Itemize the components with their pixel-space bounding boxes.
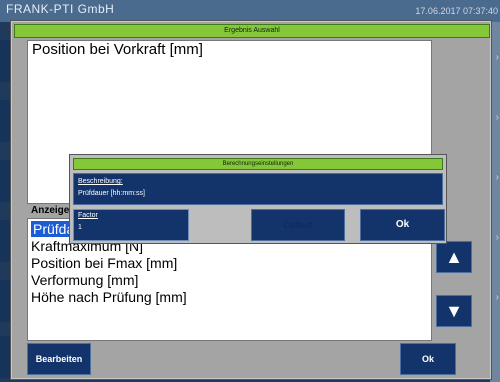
settings-dialog-title: Berechnungseinstellungen bbox=[73, 158, 443, 170]
scroll-down-button[interactable]: ▼ bbox=[436, 295, 472, 327]
company-name: FRANK-PTI GmbH bbox=[6, 2, 115, 16]
chevron-right-icon: › bbox=[495, 112, 499, 123]
settings-ok-button[interactable]: Ok bbox=[360, 209, 445, 241]
factor-value[interactable]: 1 bbox=[78, 224, 82, 231]
list-item[interactable]: Verformung [mm] bbox=[31, 272, 138, 288]
chevron-right-icon: › bbox=[495, 172, 499, 183]
list-item[interactable]: Höhe nach Prüfung [mm] bbox=[31, 289, 187, 305]
dialog-title: Ergebnis Auswahl bbox=[14, 24, 490, 38]
chevron-right-icon: › bbox=[495, 292, 499, 303]
anzeige-label: Anzeige bbox=[31, 205, 70, 216]
chevron-right-icon: › bbox=[495, 52, 499, 63]
factor-label: Factor bbox=[78, 212, 98, 219]
selected-result-item[interactable]: Position bei Vorkraft [mm] bbox=[32, 41, 203, 58]
default-button[interactable]: Default bbox=[251, 209, 345, 241]
window-titlebar: FRANK-PTI GmbH 17.06.2017 07:37:40 bbox=[0, 0, 500, 22]
calculation-settings-dialog: Berechnungseinstellungen Beschreibung: P… bbox=[69, 154, 447, 244]
scroll-up-button[interactable]: ▲ bbox=[436, 241, 472, 273]
list-item[interactable]: Position bei Fmax [mm] bbox=[31, 255, 177, 271]
ok-button[interactable]: Ok bbox=[400, 343, 456, 375]
clock: 17.06.2017 07:37:40 bbox=[415, 6, 498, 16]
edit-button[interactable]: Bearbeiten bbox=[27, 343, 91, 375]
description-field: Beschreibung: Prüfdauer [hh:mm:ss] bbox=[73, 173, 443, 205]
factor-input[interactable]: Factor 1 bbox=[73, 209, 189, 241]
chevron-right-icon: › bbox=[495, 232, 499, 243]
description-value: Prüfdauer [hh:mm:ss] bbox=[78, 190, 145, 197]
description-label: Beschreibung: bbox=[78, 178, 123, 185]
